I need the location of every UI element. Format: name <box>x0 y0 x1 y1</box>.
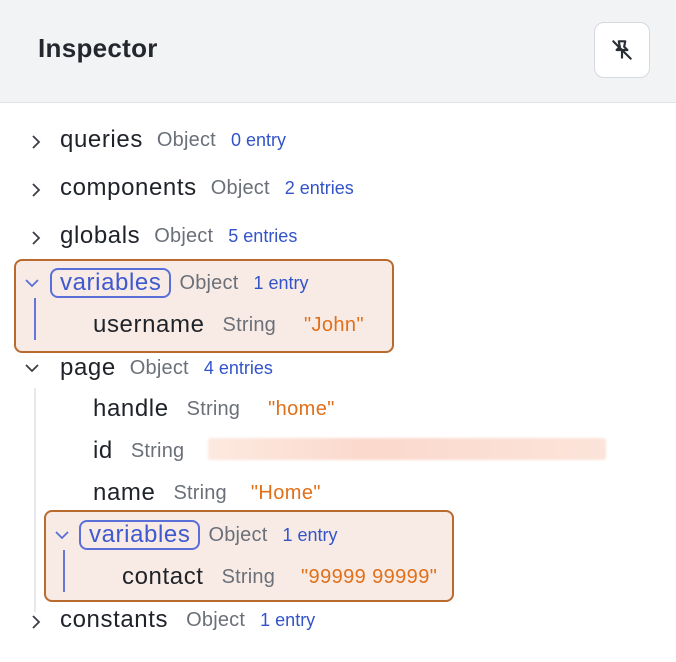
node-type: Object <box>179 271 239 294</box>
node-type: String <box>186 397 241 420</box>
string-value: "John" <box>303 313 364 336</box>
variables-key-chip: variables <box>79 520 201 550</box>
node-key: handle <box>93 395 169 422</box>
node-type: String <box>130 439 185 462</box>
node-type: String <box>173 481 227 504</box>
node-count: 5 entries <box>228 225 298 246</box>
node-key: globals <box>60 222 141 249</box>
tree-node-handle[interactable]: handle String "home" <box>93 389 335 429</box>
inspector-header: Inspector <box>0 0 676 103</box>
tree-node-variables[interactable]: variables Object 1 entry <box>22 263 309 303</box>
chevron-right-icon[interactable] <box>28 614 44 630</box>
node-count: 1 entry <box>260 609 316 630</box>
node-key: username <box>93 311 205 338</box>
node-type: Object <box>156 128 216 151</box>
tree-node-constants[interactable]: constants Object 1 entry <box>28 600 315 640</box>
node-type: Object <box>208 523 268 546</box>
node-key: page <box>60 354 116 381</box>
node-type: String <box>222 313 276 336</box>
node-type: Object <box>186 608 246 631</box>
node-key: constants <box>60 606 169 633</box>
tree-node-name[interactable]: name String "Home" <box>93 473 321 513</box>
panel-title: Inspector <box>38 33 158 63</box>
redacted-id-value <box>208 438 606 460</box>
tree-node-globals[interactable]: globals Object 5 entries <box>28 216 297 256</box>
node-count: 1 entry <box>253 272 309 293</box>
node-key: contact <box>122 563 204 590</box>
chevron-down-icon[interactable] <box>24 360 40 376</box>
chevron-right-icon[interactable] <box>28 182 44 198</box>
node-type: Object <box>210 176 270 199</box>
node-type: Object <box>129 356 189 379</box>
tree-node-components[interactable]: components Object 2 entries <box>28 168 354 208</box>
string-value: "99999 99999" <box>301 565 438 588</box>
tree-node-page[interactable]: page Object 4 entries <box>24 348 273 388</box>
node-count: 1 entry <box>282 524 338 545</box>
node-key: queries <box>60 126 143 153</box>
unpin-button[interactable] <box>594 22 650 78</box>
chevron-down-icon[interactable] <box>24 275 40 291</box>
unpin-icon <box>612 40 632 60</box>
page-variables-guide <box>63 550 65 592</box>
node-key: name <box>93 479 156 506</box>
node-type: Object <box>154 224 214 247</box>
node-count: 4 entries <box>203 357 273 378</box>
node-count: 2 entries <box>284 177 354 198</box>
chevron-down-icon[interactable] <box>54 527 70 543</box>
node-key: components <box>60 174 197 201</box>
chevron-right-icon[interactable] <box>28 134 44 150</box>
variables-key-chip: variables <box>50 268 172 298</box>
page-children-guide <box>34 388 36 612</box>
node-key: id <box>93 437 113 464</box>
tree-node-username[interactable]: username String "John" <box>93 305 364 345</box>
string-value: "home" <box>268 397 335 420</box>
variables-guide <box>34 298 36 340</box>
tree-node-id[interactable]: id String <box>93 431 184 471</box>
string-value: "Home" <box>250 481 321 504</box>
chevron-right-icon[interactable] <box>28 230 44 246</box>
tree-node-contact[interactable]: contact String "99999 99999" <box>122 557 437 597</box>
node-count: 0 entry <box>230 129 286 150</box>
node-type: String <box>221 565 276 588</box>
tree-node-queries[interactable]: queries Object 0 entry <box>28 120 286 160</box>
tree-node-page-variables[interactable]: variables Object 1 entry <box>52 515 338 555</box>
